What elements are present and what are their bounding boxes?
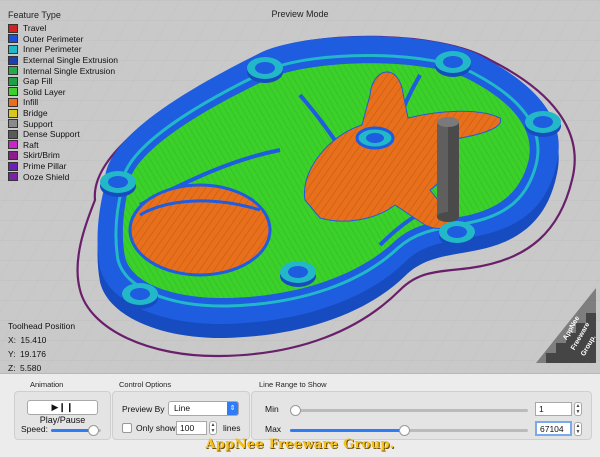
legend-swatch (8, 76, 18, 86)
corner-watermark: AppNee Freeware Group. (536, 288, 598, 363)
max-slider-knob[interactable] (398, 425, 410, 436)
legend-label: Gap Fill (23, 76, 53, 87)
legend-item: Ooze Shield (8, 171, 118, 182)
animation-group: ▶❙❙ Play/Pause Speed: (14, 391, 111, 440)
preview-viewport[interactable]: Preview Mode Feature Type Travel Outer Pe… (0, 0, 600, 373)
min-slider[interactable] (290, 405, 528, 416)
legend-swatch (8, 150, 18, 160)
legend-swatch (8, 129, 18, 139)
toolhead-title: Toolhead Position (8, 321, 76, 331)
legend-label: Infill (23, 97, 39, 108)
legend-item: Infill (8, 97, 118, 108)
legend-item: Gap Fill (8, 76, 118, 87)
legend-swatch (8, 161, 18, 171)
legend-swatch (8, 97, 18, 107)
legend-item: Skirt/Brim (8, 150, 118, 161)
legend-item: Inner Perimeter (8, 44, 118, 55)
infill-round-pad (128, 183, 272, 277)
legend-label: Prime Pillar (23, 161, 67, 172)
legend-item: Travel (8, 23, 118, 34)
legend-label: Inner Perimeter (23, 44, 82, 55)
legend-label: Travel (23, 23, 47, 34)
speed-slider-knob[interactable] (88, 425, 99, 436)
legend-label: Dense Support (23, 129, 80, 140)
legend-item: Dense Support (8, 129, 118, 140)
speed-slider[interactable] (51, 425, 101, 436)
only-show-label: Only show (136, 423, 176, 433)
toolhead-z: Z: 5.580 (8, 363, 42, 373)
animation-group-label: Animation (30, 380, 64, 389)
max-stepper[interactable]: ▲ ▼ (574, 422, 582, 436)
legend-item: External Single Extrusion (8, 55, 118, 66)
toolhead-y: Y: 19.176 (8, 349, 46, 359)
legend-item: Support (8, 118, 118, 129)
max-slider-fill (290, 429, 405, 432)
preview-by-value: Line (174, 403, 191, 413)
legend-swatch (8, 55, 18, 65)
only-show-stepper[interactable]: ▲ ▼ (209, 421, 217, 435)
preview-by-label: Preview By (122, 404, 165, 414)
line-range-group: Min 1 ▲ ▼ Max 67104 ▲ ▼ (251, 391, 592, 440)
toolhead-position: Toolhead Position X: 15.410 Y: 19.176 Z:… (8, 319, 75, 373)
max-value-field[interactable]: 67104 (535, 421, 572, 436)
legend-label: Internal Single Extrusion (23, 65, 116, 76)
legend-swatch (8, 140, 18, 150)
lines-label: lines (223, 423, 241, 433)
control-options-group-label: Control Options (119, 380, 172, 389)
legend-label: Solid Layer (23, 86, 66, 97)
max-slider[interactable] (290, 425, 528, 436)
legend-item: Raft (8, 140, 118, 151)
legend-label: Raft (23, 139, 39, 150)
legend-item: Bridge (8, 108, 118, 119)
only-show-count-field[interactable]: 100 (176, 421, 207, 435)
legend-item: Solid Layer (8, 87, 118, 98)
min-value-field[interactable]: 1 (535, 402, 572, 416)
legend-swatch (8, 23, 18, 33)
prime-pillar (437, 117, 459, 222)
legend-label: Bridge (23, 108, 48, 119)
legend-label: Support (23, 118, 53, 129)
legend-swatch (8, 172, 18, 182)
legend-swatch (8, 34, 18, 44)
legend-swatch (8, 119, 18, 129)
play-pause-button[interactable]: ▶❙❙ Play/Pause (27, 400, 98, 425)
min-label: Min (265, 404, 279, 414)
legend-label: External Single Extrusion (23, 55, 118, 66)
legend-swatch (8, 108, 18, 118)
min-slider-knob[interactable] (290, 405, 301, 416)
legend-item: Internal Single Extrusion (8, 65, 118, 76)
only-show-checkbox[interactable] (122, 423, 132, 433)
legend-label: Outer Perimeter (23, 33, 84, 44)
control-options-group: Preview By Line ⇕ Only show 100 ▲ ▼ lines (112, 391, 250, 440)
legend-swatch (8, 87, 18, 97)
legend-label: Ooze Shield (23, 171, 70, 182)
legend-item: Prime Pillar (8, 161, 118, 172)
min-stepper[interactable]: ▲ ▼ (574, 402, 582, 416)
line-range-group-label: Line Range to Show (259, 380, 327, 389)
chevron-updown-icon: ⇕ (227, 402, 238, 415)
preview-by-select[interactable]: Line ⇕ (168, 401, 239, 416)
toolhead-x: X: 15.410 (8, 335, 47, 345)
legend-label: Skirt/Brim (23, 150, 60, 161)
max-label: Max (265, 424, 282, 434)
legend-item: Outer Perimeter (8, 34, 118, 45)
speed-label: Speed: (21, 424, 48, 434)
legend-swatch (8, 44, 18, 54)
legend-swatch (8, 66, 18, 76)
brand-watermark: AppNee Freeware Group. (205, 437, 395, 452)
feature-type-legend: Feature Type Travel Outer Perimeter Inner … (8, 10, 118, 182)
legend-title: Feature Type (8, 10, 61, 20)
